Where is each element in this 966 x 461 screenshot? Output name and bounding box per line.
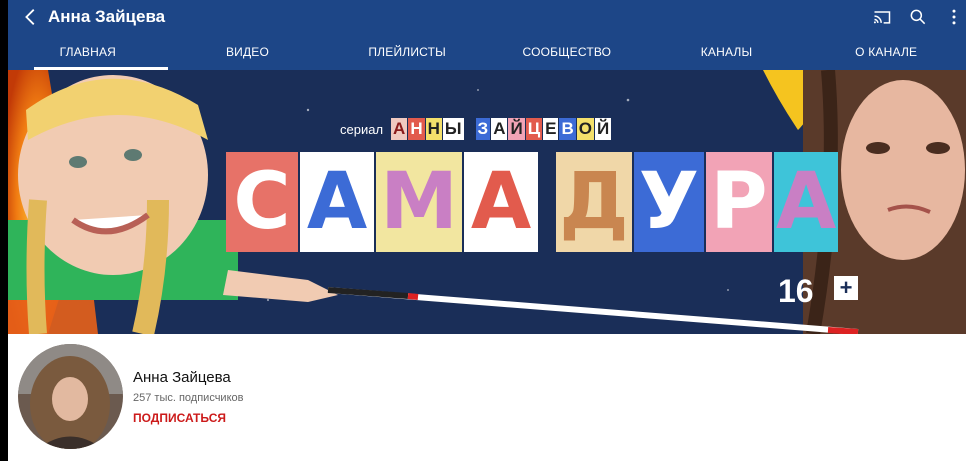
tab-home[interactable]: ГЛАВНАЯ — [8, 38, 168, 70]
more-vert-icon[interactable] — [944, 7, 964, 27]
subtitle-letter: А — [491, 118, 508, 140]
search-icon[interactable] — [908, 7, 928, 27]
subtitle-letter: А — [391, 118, 408, 140]
banner-subtitle: сериал А Н Н Ы З А Й Ц Е В О Й — [340, 118, 612, 140]
subtitle-letter: Н — [408, 118, 425, 140]
subscriber-count: 257 тыс. подписчиков — [133, 392, 244, 404]
back-arrow-icon[interactable] — [20, 6, 42, 28]
subscribe-button[interactable]: ПОДПИСАТЬСЯ — [133, 411, 226, 425]
cast-icon[interactable] — [872, 7, 892, 27]
channel-avatar[interactable] — [18, 344, 123, 449]
tab-about[interactable]: О КАНАЛЕ — [806, 38, 966, 70]
channel-banner: сериал А Н Н Ы З А Й Ц Е В О Й С А М А Д… — [8, 70, 966, 334]
big-letter: Д — [556, 152, 632, 252]
tab-videos[interactable]: ВИДЕО — [168, 38, 328, 70]
big-letter: А — [774, 152, 838, 252]
subtitle-letter: Н — [425, 118, 442, 140]
subtitle-letter: Е — [543, 118, 559, 140]
avatar-image — [18, 344, 123, 449]
big-letter: А — [300, 152, 374, 252]
serial-label: сериал — [340, 121, 384, 137]
big-letter: С — [226, 152, 298, 252]
subtitle-letter: Й — [508, 118, 525, 140]
big-letter: А — [464, 152, 538, 252]
subtitle-letter: Й — [594, 118, 612, 140]
subtitle-letter: В — [559, 118, 576, 140]
subtitle-letter: Ц — [525, 118, 543, 140]
subtitle-letter: З — [475, 118, 491, 140]
subtitle-letter — [465, 128, 475, 130]
big-letter: Р — [706, 152, 772, 252]
tab-playlists[interactable]: ПЛЕЙЛИСТЫ — [327, 38, 487, 70]
age-rating-plus: + — [834, 276, 858, 300]
app-bar: Анна Зайцева ГЛАВНАЯ ВИДЕО ПЛЕЙЛИСТЫ СОО… — [8, 0, 966, 70]
channel-tabs: ГЛАВНАЯ ВИДЕО ПЛЕЙЛИСТЫ СООБЩЕСТВО КАНАЛ… — [8, 38, 966, 70]
big-letter: М — [376, 152, 462, 252]
banner-big-title: С А М А Д У Р А — [226, 152, 838, 262]
tab-community[interactable]: СООБЩЕСТВО — [487, 38, 647, 70]
tab-channels[interactable]: КАНАЛЫ — [647, 38, 807, 70]
title-row: Анна Зайцева — [8, 0, 966, 36]
subtitle-letter: О — [576, 118, 594, 140]
channel-title: Анна Зайцева — [48, 7, 166, 26]
age-rating: 16 — [778, 273, 814, 309]
channel-name: Анна Зайцева — [133, 369, 231, 386]
subtitle-letter: Ы — [442, 118, 464, 140]
big-letter: У — [634, 152, 704, 252]
youtube-app: Анна Зайцева ГЛАВНАЯ ВИДЕО ПЛЕЙЛИСТЫ СОО… — [8, 0, 966, 461]
